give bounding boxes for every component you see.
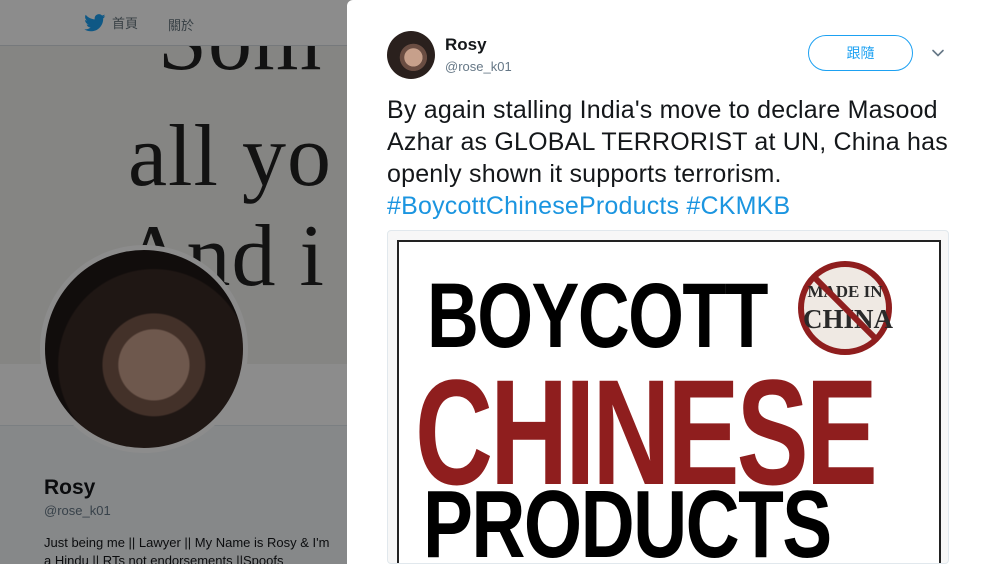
tweet-author-name[interactable]: Rosy xyxy=(445,35,487,55)
poster-line-products: PRODUCTS xyxy=(423,471,832,564)
tweet-text: By again stalling India's move to declar… xyxy=(387,94,957,222)
tweet-author-handle[interactable]: @rose_k01 xyxy=(445,59,512,74)
prohibited-slash xyxy=(810,273,880,343)
chevron-down-icon[interactable] xyxy=(931,46,945,60)
page: 首頁 關於 Som all yo And i Rosy @rose_k01 Ju… xyxy=(0,0,986,564)
hashtag-link[interactable]: #CKMKB xyxy=(686,192,790,220)
made-in-china-stamp: MADE IN CHINA xyxy=(795,258,895,358)
tweet-modal: Rosy @rose_k01 跟隨 By again stalling Indi… xyxy=(347,0,986,564)
tweet-author-avatar[interactable] xyxy=(387,31,435,79)
follow-button[interactable]: 跟隨 xyxy=(808,35,913,71)
tweet-body-text: By again stalling India's move to declar… xyxy=(387,96,948,188)
boycott-poster: BOYCOTT CHINESE PRODUCTS MADE IN CHINA xyxy=(397,240,941,564)
hashtag-link[interactable]: #BoycottChineseProducts xyxy=(387,192,679,220)
tweet-media-image[interactable]: BOYCOTT CHINESE PRODUCTS MADE IN CHINA xyxy=(387,230,949,564)
